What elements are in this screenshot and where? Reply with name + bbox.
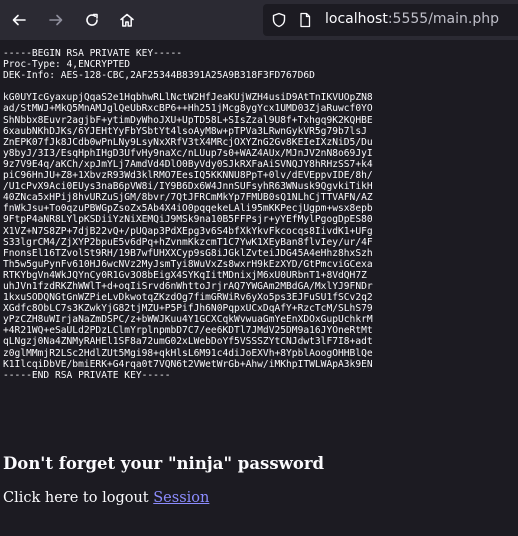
key-body-line: ad/StMWJ+MkQ5MnAMJglQeUbRxcBP6++Hh251jMc… <box>3 103 373 115</box>
key-body-line: qLNgzj0Na4ZNMyRAHEl1SF8a72umG02xLWebDoYf… <box>3 336 373 348</box>
key-body-line: 40ZNca5xHPij8hvURZuSjGM/8bvr/7QtJFRCmMkY… <box>3 192 373 204</box>
key-body-line: /U1cPvX9Aci0EUys3naB6pVW8i/IY9B6Dx6W4Jnn… <box>3 181 373 193</box>
key-body-line: 9z7V9E4q/aKCh/xpJmYLj7AmdVd4DlO0ByVdy0SJ… <box>3 158 373 170</box>
key-body-line: +4R21WQ+eSaULd2PDzLClmYrplnpmbD7C7/ee6KD… <box>3 325 373 337</box>
logout-line: Click here to logout Session <box>3 490 209 506</box>
browser-toolbar: localhost:5555/main.php <box>0 0 518 40</box>
key-body-line: S33lgrCM4/ZjXYP2bpuE5v6dPq+hZvnmKkzcmT1C… <box>3 236 373 248</box>
key-body-line: Th5w5guPynFv610HJ6wcNVz2MyJsmTyi8WuVxZs8… <box>3 258 373 270</box>
key-body-line: uhJVn1fzdRKZhWWlT+d+oqIiSrvd6nWhttoJrjrA… <box>3 280 373 292</box>
rsa-key-block: -----BEGIN RSA PRIVATE KEY----- Proc-Type… <box>3 48 373 381</box>
key-body-line: yPzCZH8uWIrjaNaZmDSPC/z+bWWJKuu4Y1GCXCqk… <box>3 314 373 326</box>
url-path: :5555/main.php <box>387 11 499 27</box>
key-body-line: ZnEPK07fJk8JCdb0wPnLNy9LsyNxXRfV3tX4MRcj… <box>3 136 373 148</box>
key-body-line: 9FtpP4aNR8LYlpKSDiiYzNiXEMQiJ9MSk9na10B5… <box>3 214 373 226</box>
home-button[interactable] <box>113 6 141 34</box>
key-body-line: kG0UYIcGyaxupjQqaS2e1HqbhwRLlNctW2HfJeaK… <box>3 92 373 104</box>
logout-prefix: Click here to logout <box>3 490 154 506</box>
key-body-line: fnWkJsu+To0qzuPBWGpZsoZx5Ab4X4iO0pqqekeL… <box>3 203 373 215</box>
key-body-line: y8byJ/3I3/EsqHphIHgD3UfvHy9naXc/nLUup7s0… <box>3 147 373 159</box>
key-body-line: X1VZ+N7S8ZP+7djB22vQ+/pUQap3PdXEpg3v6S4b… <box>3 225 373 237</box>
logout-session-link[interactable]: Session <box>153 490 209 506</box>
reload-icon <box>86 13 98 26</box>
url-host: localhost <box>325 11 388 27</box>
password-reminder-heading: Don't forget your "ninja" password <box>3 454 325 473</box>
key-footer: -----END RSA PRIVATE KEY----- <box>3 369 171 381</box>
page-icon[interactable] <box>297 12 313 28</box>
key-body-line: z0glMMmjR2LSc2HdlZUt5Mgi98+qkHlsL6M91c4d… <box>3 347 373 359</box>
key-body: kG0UYIcGyaxupjQqaS2e1HqbhwRLlNctW2HfJeaK… <box>3 92 373 369</box>
shield-icon[interactable] <box>271 12 287 28</box>
page-content: -----BEGIN RSA PRIVATE KEY----- Proc-Type… <box>0 40 518 536</box>
key-body-line: K1IlcqiDbVE/bmiERK+G4rqa0t7VQN6t2VWetWrG… <box>3 358 373 370</box>
key-header-line: DEK-Info: AES-128-CBC,2AF25344B8391A25A9… <box>3 70 315 82</box>
key-header-line: -----BEGIN RSA PRIVATE KEY----- <box>3 48 183 59</box>
arrow-left-icon <box>12 14 26 26</box>
key-header: -----BEGIN RSA PRIVATE KEY----- Proc-Type… <box>3 48 373 81</box>
url-bar[interactable]: localhost:5555/main.php <box>263 4 518 36</box>
key-body-line: XGdfc8ObLC7s3KZwkYjG82tjMZU+P5PifJh6N0Pq… <box>3 303 373 315</box>
key-body-line: 1kxuSODQNGtGnWZPieLvDkwotqZKzdOg7fimGRWi… <box>3 292 373 304</box>
key-blank-line <box>3 81 373 92</box>
reload-button[interactable] <box>78 6 106 34</box>
arrow-right-icon <box>49 14 63 26</box>
key-body-line: ShNbbx8Euvr2agjbF+ytimDyWhoJXU+UpTD58L+S… <box>3 114 373 126</box>
key-header-line: Proc-Type: 4,ENCRYPTED <box>3 59 131 71</box>
home-icon <box>120 13 134 27</box>
key-body-line: piC96HnJU+Z8+1XbvzR93Wd3klRMO7EesIQ5KKNN… <box>3 170 373 182</box>
url-text[interactable]: localhost:5555/main.php <box>325 11 499 27</box>
key-body-line: FnonsEl16TZvolSt9RH/19B7wfUHXXCyp9sG8iJG… <box>3 247 373 259</box>
back-button[interactable] <box>5 6 33 34</box>
key-body-line: 6xaubNKhDJKs/6YJEHtYyFbYSbtYt4lsoAyM8w+p… <box>3 125 367 137</box>
key-body-line: RTKYbgVn4WkJQYnCy0R1Gv3O8bEigX4SYKqIitMD… <box>3 269 367 281</box>
forward-button[interactable] <box>42 6 70 34</box>
